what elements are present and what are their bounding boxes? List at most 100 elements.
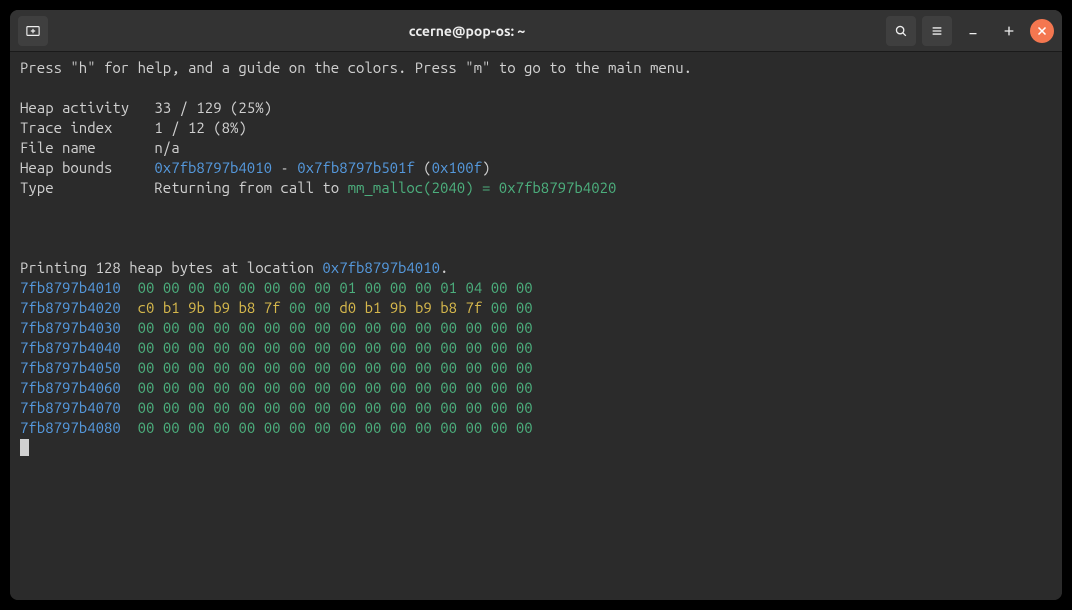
hex-byte: 00 <box>188 279 205 296</box>
hex-byte: 00 <box>264 419 281 436</box>
hex-byte: 00 <box>314 319 331 336</box>
trace-index-line: Trace index 1 / 12 (8%) <box>20 118 1052 138</box>
hex-byte: 00 <box>289 339 306 356</box>
hex-byte: 00 <box>239 379 256 396</box>
hex-byte: 00 <box>365 419 382 436</box>
hex-byte: 00 <box>213 379 230 396</box>
hex-byte: 00 <box>188 399 205 416</box>
minimize-button[interactable] <box>958 16 988 46</box>
hex-byte: 00 <box>390 399 407 416</box>
dump-intro-suffix: . <box>440 259 448 276</box>
hex-byte: 00 <box>239 339 256 356</box>
hex-row: 7fb8797b4050 00 00 00 00 00 00 00 00 00 … <box>20 358 1052 378</box>
hex-byte: 00 <box>415 279 432 296</box>
hex-byte: 00 <box>365 379 382 396</box>
hex-byte: 00 <box>239 419 256 436</box>
hex-byte: 00 <box>138 359 155 376</box>
hex-row: 7fb8797b4060 00 00 00 00 00 00 00 00 00 … <box>20 378 1052 398</box>
hex-byte: 00 <box>339 339 356 356</box>
hex-byte: 00 <box>390 359 407 376</box>
hex-byte: 00 <box>516 399 533 416</box>
hex-byte: 00 <box>415 339 432 356</box>
hex-byte: 00 <box>138 339 155 356</box>
hex-byte: 00 <box>188 339 205 356</box>
hex-row-address: 7fb8797b4030 <box>20 319 121 336</box>
hex-row-address: 7fb8797b4040 <box>20 339 121 356</box>
hex-byte: 00 <box>465 399 482 416</box>
hex-byte: 00 <box>289 379 306 396</box>
hex-byte: 01 <box>440 279 457 296</box>
hex-byte: b8 <box>440 299 457 316</box>
close-button[interactable] <box>1030 19 1054 43</box>
hex-byte: 00 <box>138 279 155 296</box>
hex-byte: 00 <box>465 359 482 376</box>
hex-byte: 00 <box>491 399 508 416</box>
hex-row-address: 7fb8797b4070 <box>20 399 121 416</box>
hex-byte: 00 <box>415 379 432 396</box>
maximize-button[interactable] <box>994 16 1024 46</box>
hex-byte: 00 <box>239 399 256 416</box>
hex-byte: d0 <box>339 299 356 316</box>
hex-byte: 00 <box>491 279 508 296</box>
type-label: Type <box>20 179 154 196</box>
help-line: Press "h" for help, and a guide on the c… <box>20 58 1052 78</box>
hex-byte: 00 <box>314 299 331 316</box>
hex-row-address: 7fb8797b4060 <box>20 379 121 396</box>
hex-byte: 9b <box>390 299 407 316</box>
hex-row-address: 7fb8797b4080 <box>20 419 121 436</box>
hex-byte: 00 <box>289 419 306 436</box>
hex-byte: 00 <box>491 419 508 436</box>
hex-byte: 00 <box>163 319 180 336</box>
heap-bounds-close: ) <box>482 159 490 176</box>
hex-byte: 7f <box>264 299 281 316</box>
hex-byte: 00 <box>415 399 432 416</box>
hex-byte: 00 <box>390 419 407 436</box>
hex-byte: 00 <box>516 339 533 356</box>
hex-byte: 00 <box>213 319 230 336</box>
hex-byte: 00 <box>163 419 180 436</box>
hex-byte: 00 <box>440 339 457 356</box>
hex-byte: 00 <box>440 419 457 436</box>
hex-byte: 00 <box>163 359 180 376</box>
hex-row-address: 7fb8797b4020 <box>20 299 121 316</box>
hex-byte: 00 <box>415 359 432 376</box>
hex-byte: 00 <box>264 379 281 396</box>
heap-bounds-size: 0x100f <box>432 159 482 176</box>
hex-byte: 00 <box>465 419 482 436</box>
hex-byte: 00 <box>465 339 482 356</box>
heap-bounds-open: ( <box>415 159 432 176</box>
heap-bounds-end: 0x7fb8797b501f <box>297 159 415 176</box>
hex-row: 7fb8797b4080 00 00 00 00 00 00 00 00 00 … <box>20 418 1052 438</box>
hex-byte: 00 <box>314 339 331 356</box>
hex-byte: 00 <box>188 419 205 436</box>
heap-bounds-line: Heap bounds 0x7fb8797b4010 - 0x7fb8797b5… <box>20 158 1052 178</box>
search-button[interactable] <box>886 16 916 46</box>
hex-byte: 00 <box>138 419 155 436</box>
trace-index-value: 1 / 12 (8%) <box>154 119 246 136</box>
hex-byte: 00 <box>163 399 180 416</box>
hex-byte: 01 <box>339 279 356 296</box>
hex-byte: 00 <box>239 279 256 296</box>
file-name-line: File name n/a <box>20 138 1052 158</box>
hex-byte: 00 <box>213 359 230 376</box>
hex-byte: 00 <box>239 359 256 376</box>
hex-byte: 00 <box>516 379 533 396</box>
hamburger-menu-button[interactable] <box>922 16 952 46</box>
hex-byte: 9b <box>188 299 205 316</box>
hex-byte: 00 <box>339 419 356 436</box>
hex-byte: 00 <box>365 279 382 296</box>
hex-byte: 00 <box>289 319 306 336</box>
heap-bounds-sep: - <box>272 159 297 176</box>
file-name-value: n/a <box>154 139 179 156</box>
hex-byte: 00 <box>516 279 533 296</box>
new-tab-button[interactable] <box>18 16 48 46</box>
terminal-window: ccerne@pop-os: ~ Press "h" for help, and… <box>10 10 1062 600</box>
terminal-body[interactable]: Press "h" for help, and a guide on the c… <box>10 52 1062 600</box>
hex-row-address: 7fb8797b4050 <box>20 359 121 376</box>
blank-line <box>20 218 1052 238</box>
hex-byte: 00 <box>516 359 533 376</box>
hex-byte: 00 <box>415 319 432 336</box>
hex-byte: 00 <box>188 319 205 336</box>
hex-byte: 00 <box>314 379 331 396</box>
hex-byte: 00 <box>339 399 356 416</box>
